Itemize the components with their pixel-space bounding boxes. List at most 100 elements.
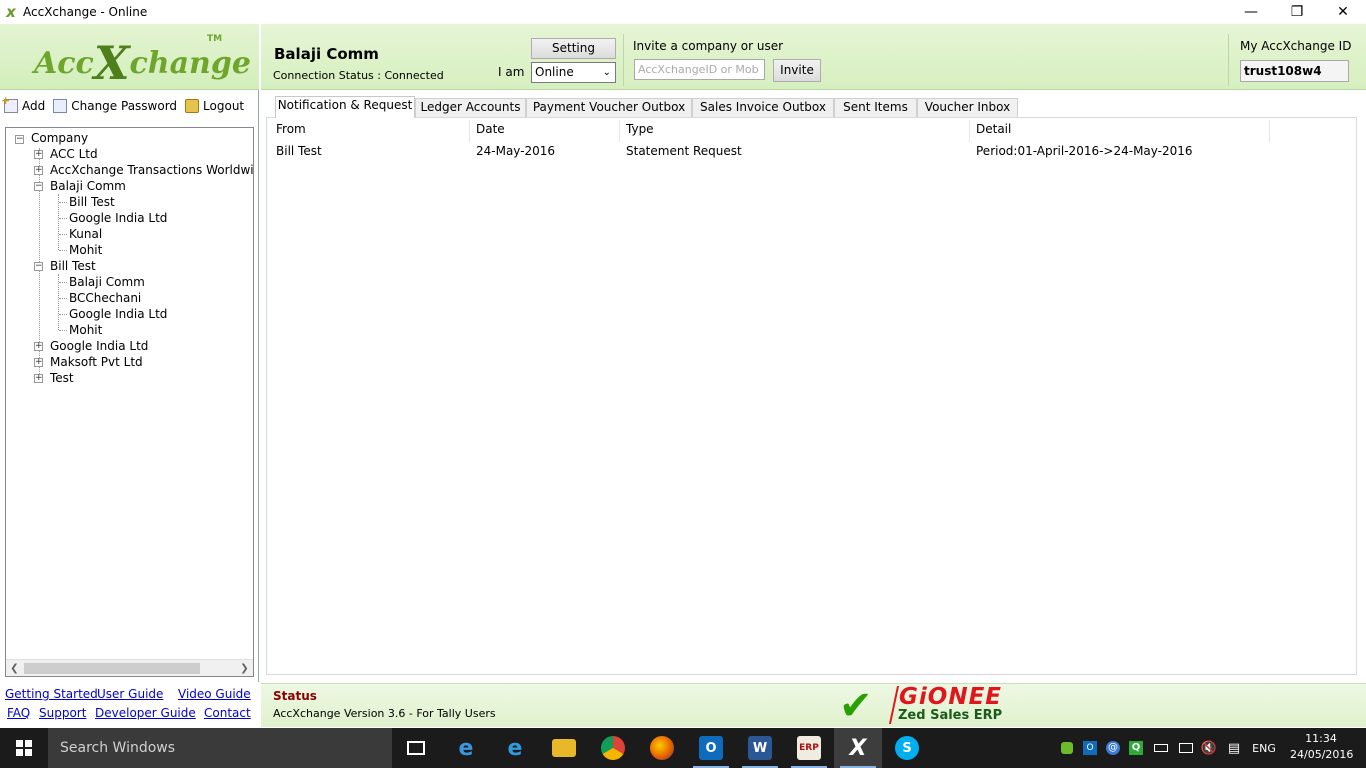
tray-outlook-icon[interactable]: O [1081,728,1099,768]
close-button[interactable]: ✕ [1320,0,1366,24]
tree-node[interactable]: Bill Test [50,258,96,274]
tree-expand-toggle[interactable]: + [34,358,43,367]
taskbar-search-box[interactable]: Search Windows [48,728,392,768]
invite-input[interactable]: AccXchangeID or Mob [634,59,765,80]
tree-node[interactable]: ACC Ltd [50,146,98,162]
window-title: AccXchange - Online [23,5,148,19]
invite-label: Invite a company or user [633,39,784,53]
tree-leaf[interactable]: Balaji Comm [69,274,145,290]
tray-at-icon[interactable]: @ [1104,728,1122,768]
row-from-cell[interactable]: Bill Test [276,144,322,158]
logo-text-change: change [129,46,251,81]
tree-leaf[interactable]: Google India Ltd [69,306,167,322]
my-id-field[interactable]: trust108w4 [1240,60,1349,82]
tree-leaf[interactable]: Bill Test [69,194,115,210]
developer-guide-link[interactable]: Developer Guide [95,706,196,720]
tree-expand-toggle[interactable]: + [34,342,43,351]
task-view-button[interactable] [392,728,440,768]
tab-notification-request[interactable]: Notification & Request [275,96,415,118]
tree-leaf[interactable]: BCChechani [69,290,141,306]
column-header-date[interactable]: Date [476,122,505,136]
tree-guide-line [59,234,67,235]
column-header-detail[interactable]: Detail [976,122,1011,136]
tree-node[interactable]: Maksoft Pvt Ltd [50,354,143,370]
window-controls: — ❐ ✕ [1228,0,1366,24]
scroll-left-icon[interactable]: ❮ [6,660,23,676]
add-button[interactable]: Add [1,94,46,113]
start-button[interactable] [0,728,48,768]
tray-q-icon[interactable]: Q [1127,728,1145,768]
file-explorer-button[interactable] [540,728,588,768]
tree-node[interactable]: Balaji Comm [50,178,126,194]
add-label: Add [22,99,46,113]
tray-green-icon[interactable] [1058,728,1076,768]
company-tree[interactable]: − Company + ACC Ltd + AccXchange Transac… [5,127,254,677]
tree-leaf[interactable]: Google India Ltd [69,210,167,226]
tab-payment-voucher-outbox[interactable]: Payment Voucher Outbox [526,98,692,117]
tab-voucher-inbox[interactable]: Voucher Inbox [917,98,1018,117]
tree-guide-line [59,218,67,219]
tree-guide-line [59,202,67,203]
outlook-button[interactable]: O [687,728,735,768]
getting-started-link[interactable]: Getting Started [5,687,98,701]
setting-button[interactable]: Setting [531,38,616,59]
edge-icon: e [458,735,474,761]
tree-root-company[interactable]: Company [31,130,88,146]
left-panel: AccXchange TM Add Change Password Logout… [0,24,259,727]
network-icon[interactable] [1176,728,1196,768]
tree-leaf[interactable]: Mohit [69,322,102,338]
column-header-type[interactable]: Type [626,122,654,136]
tab-sales-invoice-outbox[interactable]: Sales Invoice Outbox [692,98,834,117]
minimize-button[interactable]: — [1228,0,1274,24]
tree-node[interactable]: Test [50,370,74,386]
column-header-from[interactable]: From [276,122,306,136]
tally-button[interactable]: ERP [785,728,833,768]
edge-button[interactable]: e [442,728,490,768]
taskbar-clock[interactable]: 11:34 24/05/2016 [1290,731,1353,763]
tree-collapse-toggle[interactable]: − [15,135,24,144]
restore-button[interactable]: ❐ [1274,0,1320,24]
tree-expand-toggle[interactable]: + [34,374,43,383]
logout-button[interactable]: Logout [185,99,244,113]
row-date-cell[interactable]: 24-May-2016 [476,144,555,158]
tree-collapse-toggle[interactable]: − [34,182,43,191]
logo-text-x: X [93,36,130,90]
windows-logo-icon [16,740,32,756]
invite-button[interactable]: Invite [773,59,821,82]
tab-sent-items[interactable]: Sent Items [834,98,917,117]
skype-button[interactable]: S [883,728,931,768]
status-text: AccXchange Version 3.6 - For Tally Users [273,707,496,720]
support-link[interactable]: Support [39,706,86,720]
tree-leaf[interactable]: Kunal [69,226,102,242]
chrome-button[interactable] [589,728,637,768]
battery-icon[interactable] [1151,728,1171,768]
volume-muted-icon[interactable]: 🔇 [1199,728,1219,768]
chevron-down-icon: ⌄ [602,67,611,78]
word-button[interactable]: W [736,728,784,768]
scrollbar-thumb[interactable] [24,663,200,674]
accxchange-button[interactable]: X [834,728,882,768]
tree-expand-toggle[interactable]: + [34,166,43,175]
firefox-button[interactable] [638,728,686,768]
tree-guide-line [59,330,67,331]
video-guide-link[interactable]: Video Guide [178,687,251,701]
scroll-right-icon[interactable]: ❯ [236,660,253,676]
tree-node[interactable]: AccXchange Transactions Worldwid [50,162,253,178]
language-indicator[interactable]: ENG [1248,728,1280,768]
faq-link[interactable]: FAQ [7,706,30,720]
tree-node[interactable]: Google India Ltd [50,338,148,354]
presence-select[interactable]: Online ⌄ [531,62,616,83]
tree-guide-line [59,314,67,315]
tree-horizontal-scrollbar[interactable]: ❮ ❯ [6,659,253,676]
change-password-button[interactable]: Change Password [53,99,177,113]
tab-ledger-accounts[interactable]: Ledger Accounts [415,98,526,117]
tree-expand-toggle[interactable]: + [34,150,43,159]
user-guide-link[interactable]: User Guide [97,687,163,701]
tree-collapse-toggle[interactable]: − [34,262,43,271]
row-type-cell[interactable]: Statement Request [626,144,742,158]
notifications-icon[interactable]: ▤ [1223,728,1245,768]
internet-explorer-button[interactable]: e [491,728,539,768]
contact-link[interactable]: Contact [204,706,251,720]
tree-leaf[interactable]: Mohit [69,242,102,258]
row-detail-cell[interactable]: Period:01-April-2016->24-May-2016 [976,144,1193,158]
